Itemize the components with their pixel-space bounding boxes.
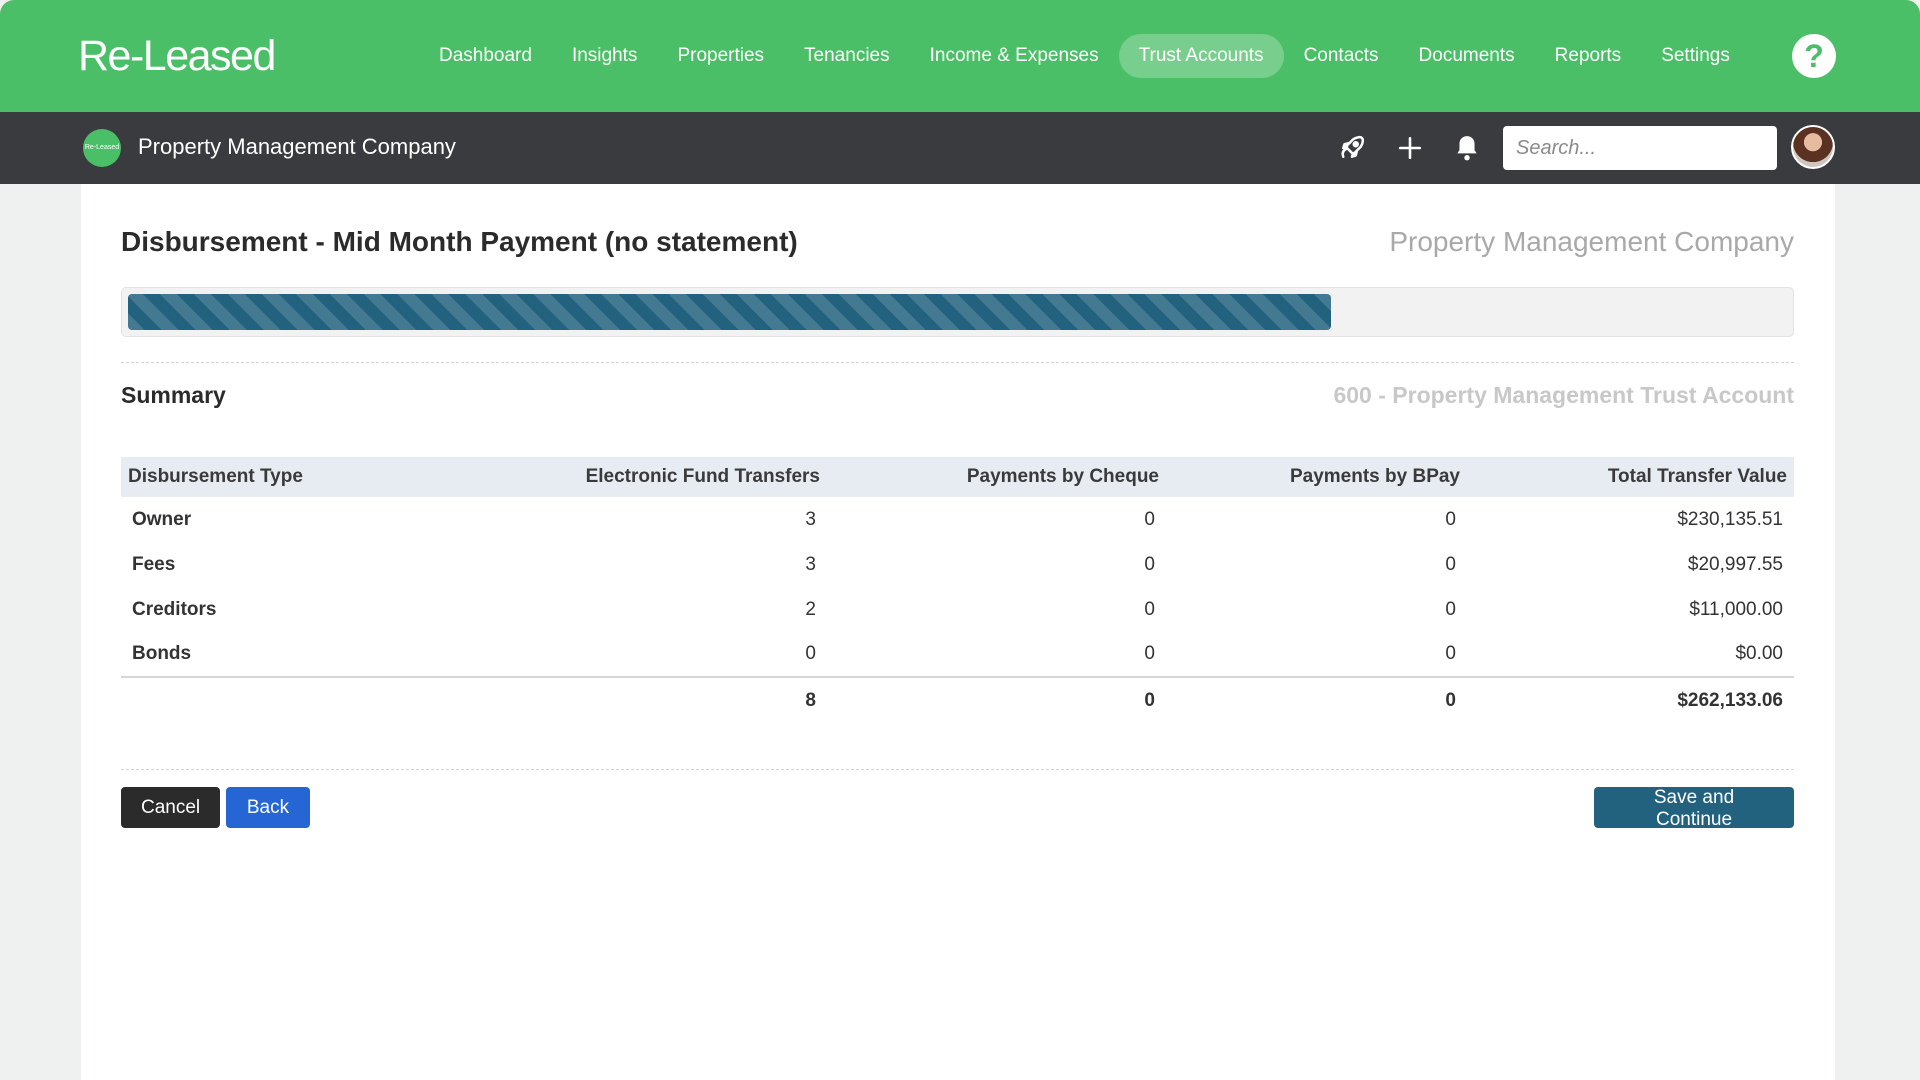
table-header-row: Disbursement Type Electronic Fund Transf… [121,457,1794,497]
cell-disbursement-type: Bonds [132,643,192,664]
user-avatar[interactable] [1791,125,1835,169]
table-row: Bonds 0 0 0 $0.00 [121,632,1794,677]
cell-eft: 3 [805,508,816,530]
cell-bpay: 0 [1445,508,1456,530]
main-panel: Disbursement - Mid Month Payment (no sta… [81,184,1835,1080]
search-input[interactable] [1503,126,1777,170]
save-and-continue-button[interactable]: Save and Continue [1594,787,1794,830]
cell-bpay: 0 [1445,553,1456,575]
progress-bar [121,287,1794,337]
actions-divider [121,769,1794,770]
plus-icon[interactable] [1394,132,1426,164]
main-nav: Dashboard Insights Properties Tenancies … [419,34,1750,78]
total-label [121,676,501,724]
cell-disbursement-type: Fees [132,553,176,575]
cell-total-value: $0.00 [1735,643,1783,664]
company-name[interactable]: Property Management Company [138,134,456,160]
column-header-disbursement-type: Disbursement Type [121,457,501,497]
cell-cheque: 0 [1144,598,1155,620]
nav-item-income-expenses[interactable]: Income & Expenses [910,34,1119,78]
cell-bpay: 0 [1445,598,1456,620]
cancel-button[interactable]: Cancel [121,787,220,828]
nav-item-settings[interactable]: Settings [1641,34,1750,78]
cell-cheque: 0 [1144,643,1155,664]
rocket-icon[interactable] [1336,132,1368,164]
company-logo-badge: Re-Leased [83,129,121,167]
summary-table: Disbursement Type Electronic Fund Transf… [121,457,1794,724]
cell-cheque: 0 [1144,508,1155,530]
help-button[interactable]: ? [1792,34,1836,78]
cell-eft: 0 [805,643,816,664]
total-eft: 8 [501,676,827,724]
cell-disbursement-type: Owner [132,508,192,530]
company-bar: Re-Leased Property Management Company [0,112,1920,184]
page-company-name: Property Management Company [1389,226,1794,257]
nav-item-dashboard[interactable]: Dashboard [419,34,552,78]
table-row: Fees 3 0 0 $20,997.55 [121,542,1794,587]
total-value: $262,133.06 [1467,676,1794,724]
nav-item-contacts[interactable]: Contacts [1284,34,1399,78]
progress-bar-fill [128,294,1331,330]
nav-item-documents[interactable]: Documents [1399,34,1535,78]
trust-account-label: 600 - Property Management Trust Account [1333,382,1794,408]
column-header-total-value: Total Transfer Value [1467,457,1794,497]
cell-total-value: $20,997.55 [1687,553,1783,575]
cell-total-value: $230,135.51 [1677,508,1783,530]
nav-item-tenancies[interactable]: Tenancies [784,34,910,78]
nav-item-properties[interactable]: Properties [657,34,784,78]
nav-item-insights[interactable]: Insights [552,34,657,78]
table-row: Creditors 2 0 0 $11,000.00 [121,587,1794,632]
top-nav: Re-Leased Dashboard Insights Properties … [0,0,1920,112]
column-header-eft: Electronic Fund Transfers [501,457,827,497]
total-cheque: 0 [827,676,1166,724]
cell-disbursement-type: Creditors [132,598,217,620]
back-button[interactable]: Back [226,787,310,828]
column-header-bpay: Payments by BPay [1166,457,1467,497]
nav-item-reports[interactable]: Reports [1535,34,1642,78]
page-title: Disbursement - Mid Month Payment (no sta… [121,226,798,257]
cell-eft: 3 [805,553,816,575]
app-logo[interactable]: Re-Leased [78,32,276,81]
cell-cheque: 0 [1144,553,1155,575]
section-divider [121,362,1794,363]
cell-eft: 2 [805,598,816,620]
column-header-cheque: Payments by Cheque [827,457,1166,497]
cell-bpay: 0 [1445,643,1456,664]
total-bpay: 0 [1166,676,1467,724]
nav-item-trust-accounts[interactable]: Trust Accounts [1118,34,1284,78]
table-row: Owner 3 0 0 $230,135.51 [121,497,1794,542]
cell-total-value: $11,000.00 [1689,598,1783,620]
table-total-row: 8 0 0 $262,133.06 [121,676,1794,724]
bell-icon[interactable] [1451,132,1483,164]
summary-heading: Summary [121,382,226,408]
